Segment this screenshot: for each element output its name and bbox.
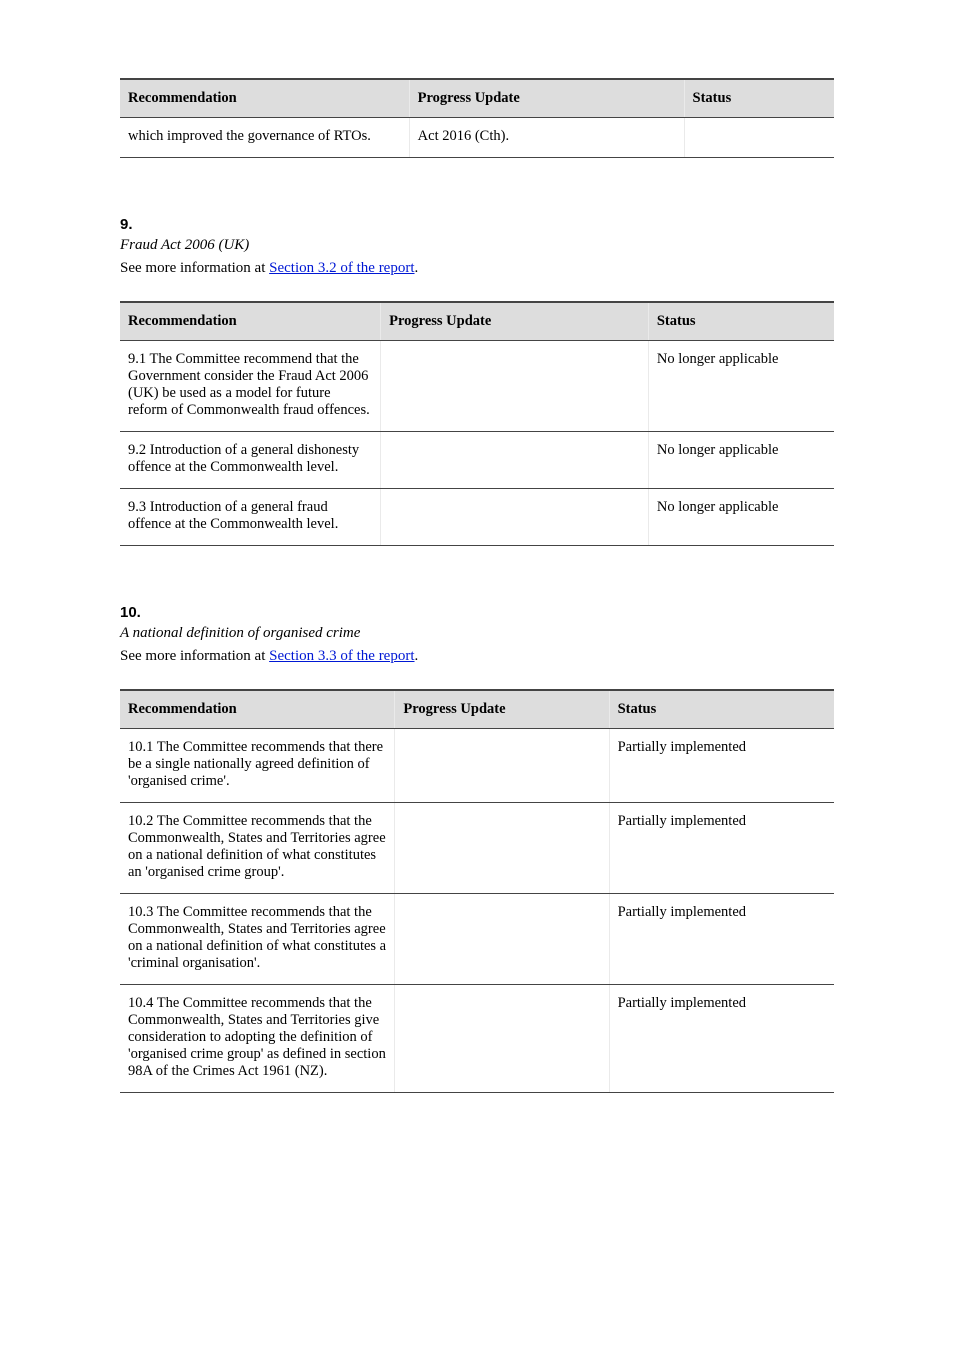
table-row: which improved the governance of RTOs. A…: [120, 118, 834, 158]
cell-progress: [395, 803, 609, 894]
cell-progress: [381, 489, 649, 546]
cell-progress: [381, 432, 649, 489]
col-status: Status: [648, 302, 834, 341]
cell-recommendation: which improved the governance of RTOs.: [120, 118, 409, 158]
cell-recommendation: 9.3 Introduction of a general fraud offe…: [120, 489, 381, 546]
cell-recommendation: 10.1 The Committee recommends that there…: [120, 729, 395, 803]
section-number: 10.: [120, 604, 834, 621]
cell-status: Partially implemented: [609, 985, 834, 1093]
table-row: 10.1 The Committee recommends that there…: [120, 729, 834, 803]
cell-progress: Act 2016 (Cth).: [409, 118, 684, 158]
table-row: 10.3 The Committee recommends that the C…: [120, 894, 834, 985]
col-recommendation: Recommendation: [120, 79, 409, 118]
section-number: 9.: [120, 216, 834, 233]
table-continuation: Recommendation Progress Update Status wh…: [120, 78, 834, 158]
cell-recommendation: 9.2 Introduction of a general dishonesty…: [120, 432, 381, 489]
cell-status: Partially implemented: [609, 729, 834, 803]
cell-status: No longer applicable: [648, 489, 834, 546]
cell-status: No longer applicable: [648, 341, 834, 432]
cell-recommendation: 10.3 The Committee recommends that the C…: [120, 894, 395, 985]
col-status: Status: [609, 690, 834, 729]
cell-status: [684, 118, 834, 158]
see-suffix: .: [415, 260, 419, 276]
cell-status: No longer applicable: [648, 432, 834, 489]
table-header-row: Recommendation Progress Update Status: [120, 302, 834, 341]
col-progress: Progress Update: [381, 302, 649, 341]
see-link[interactable]: Section 3.2 of the report: [269, 260, 414, 276]
cell-progress: [395, 729, 609, 803]
table-row: 9.2 Introduction of a general dishonesty…: [120, 432, 834, 489]
table-header-row: Recommendation Progress Update Status: [120, 79, 834, 118]
section-title: Fraud Act 2006 (UK): [120, 237, 834, 254]
table-row: 10.2 The Committee recommends that the C…: [120, 803, 834, 894]
cell-progress: [395, 894, 609, 985]
see-prefix: See more information at: [120, 648, 269, 664]
cell-recommendation: 10.2 The Committee recommends that the C…: [120, 803, 395, 894]
table-section-10: Recommendation Progress Update Status 10…: [120, 689, 834, 1093]
col-recommendation: Recommendation: [120, 302, 381, 341]
see-suffix: .: [415, 648, 419, 664]
cell-recommendation: 10.4 The Committee recommends that the C…: [120, 985, 395, 1093]
see-link[interactable]: Section 3.3 of the report: [269, 648, 414, 664]
cell-progress: [381, 341, 649, 432]
see-prefix: See more information at: [120, 260, 269, 276]
section-title: A national definition of organised crime: [120, 625, 834, 642]
see-more: See more information at Section 3.3 of t…: [120, 648, 834, 665]
table-section-9: Recommendation Progress Update Status 9.…: [120, 301, 834, 546]
table-row: 9.1 The Committee recommend that the Gov…: [120, 341, 834, 432]
table-row: 9.3 Introduction of a general fraud offe…: [120, 489, 834, 546]
cell-status: Partially implemented: [609, 894, 834, 985]
cell-progress: [395, 985, 609, 1093]
table-header-row: Recommendation Progress Update Status: [120, 690, 834, 729]
col-recommendation: Recommendation: [120, 690, 395, 729]
see-more: See more information at Section 3.2 of t…: [120, 260, 834, 277]
col-status: Status: [684, 79, 834, 118]
cell-status: Partially implemented: [609, 803, 834, 894]
cell-recommendation: 9.1 The Committee recommend that the Gov…: [120, 341, 381, 432]
table-row: 10.4 The Committee recommends that the C…: [120, 985, 834, 1093]
col-progress: Progress Update: [409, 79, 684, 118]
col-progress: Progress Update: [395, 690, 609, 729]
